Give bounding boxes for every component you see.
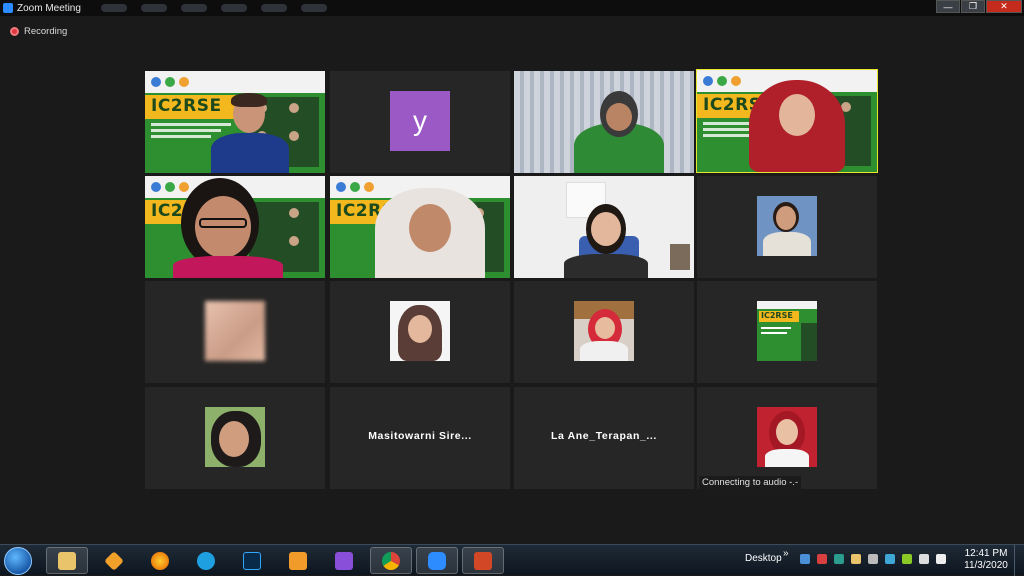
participant-video xyxy=(205,93,295,173)
file-explorer-icon[interactable] xyxy=(46,547,88,574)
show-desktop-button[interactable] xyxy=(1014,545,1024,576)
clock-date: 11/3/2020 xyxy=(964,560,1008,571)
tray-app-icon[interactable] xyxy=(851,554,861,564)
clock-time: 12:41 PM xyxy=(964,548,1008,559)
video-tile[interactable] xyxy=(697,387,877,489)
taskbar: Desktop » 12:41 PM 11/3/2020 xyxy=(0,544,1024,576)
close-button[interactable]: ✕ xyxy=(986,0,1022,13)
active-speaker-tile[interactable]: IC2RSE xyxy=(696,69,878,173)
participant-video xyxy=(556,204,656,278)
network-icon[interactable] xyxy=(868,554,878,564)
window-title-bar: Zoom Meeting — ❐ ✕ xyxy=(0,0,1024,16)
video-tile[interactable] xyxy=(514,281,694,383)
participant-name: Masitowarni Sire... xyxy=(368,430,472,442)
recording-label: Recording xyxy=(24,26,68,37)
video-tile[interactable] xyxy=(514,176,694,278)
visual-studio-icon[interactable] xyxy=(323,547,365,574)
tray-app-icon[interactable] xyxy=(817,554,827,564)
media-player-icon[interactable] xyxy=(277,547,319,574)
participant-video xyxy=(375,182,485,278)
video-tile[interactable]: La Ane_Terapan_... xyxy=(514,387,694,489)
recording-indicator[interactable]: Recording xyxy=(10,26,67,37)
firefox-icon[interactable] xyxy=(139,547,181,574)
video-tile[interactable]: IC2RSE xyxy=(145,176,325,278)
video-tile[interactable] xyxy=(145,281,325,383)
chrome-icon[interactable] xyxy=(370,547,412,574)
minimize-button[interactable]: — xyxy=(936,0,960,13)
tray-app-icon[interactable] xyxy=(885,554,895,564)
tray-app-icon[interactable] xyxy=(834,554,844,564)
paint-icon[interactable] xyxy=(93,547,135,574)
participant-video xyxy=(574,91,664,173)
volume-icon[interactable] xyxy=(936,554,946,564)
video-tile[interactable]: IC2RSE xyxy=(330,176,510,278)
participant-photo xyxy=(574,301,634,361)
video-tile[interactable]: Masitowarni Sire... xyxy=(330,387,510,489)
zoom-icon xyxy=(3,3,13,13)
video-tile[interactable] xyxy=(514,71,694,173)
restore-button[interactable]: ❐ xyxy=(961,0,985,13)
record-icon xyxy=(10,27,19,36)
internet-explorer-icon[interactable] xyxy=(185,547,227,574)
participant-photo xyxy=(205,407,265,467)
video-tile[interactable]: IC2RSE xyxy=(697,281,877,383)
battery-icon[interactable] xyxy=(919,554,929,564)
video-tile[interactable]: y xyxy=(330,71,510,173)
window-title: Zoom Meeting xyxy=(17,2,81,14)
participant-video xyxy=(163,178,283,278)
photoshop-icon[interactable] xyxy=(231,547,273,574)
video-tile[interactable] xyxy=(697,176,877,278)
powerpoint-icon[interactable] xyxy=(462,547,504,574)
video-tile[interactable]: IC2RSE xyxy=(145,71,325,173)
participant-avatar: y xyxy=(390,91,450,151)
banner-title: IC2RSE xyxy=(761,311,793,320)
video-tile[interactable] xyxy=(330,281,510,383)
video-tile[interactable] xyxy=(145,387,325,489)
desktop-toolbar-label[interactable]: Desktop xyxy=(745,553,782,564)
window-controls: — ❐ ✕ xyxy=(935,0,1022,13)
participant-photo xyxy=(390,301,450,361)
windows-start-icon[interactable] xyxy=(4,547,32,575)
background-tabs xyxy=(100,4,327,12)
chevron-icon[interactable]: » xyxy=(783,548,789,559)
conference-banner-thumbnail: IC2RSE xyxy=(757,301,817,361)
system-clock[interactable]: 12:41 PM 11/3/2020 xyxy=(962,548,1010,572)
participant-name: La Ane_Terapan_... xyxy=(551,430,657,442)
tray-app-icon[interactable] xyxy=(902,554,912,564)
blurred-participant-photo xyxy=(205,301,265,361)
participant-photo xyxy=(757,407,817,467)
tray-app-icon[interactable] xyxy=(800,554,810,564)
shelf xyxy=(670,244,690,270)
audio-status-label: Connecting to audio -.- xyxy=(699,476,802,489)
participant-photo xyxy=(757,196,817,256)
zoom-taskbar-icon[interactable] xyxy=(416,547,458,574)
participant-video xyxy=(749,76,845,172)
